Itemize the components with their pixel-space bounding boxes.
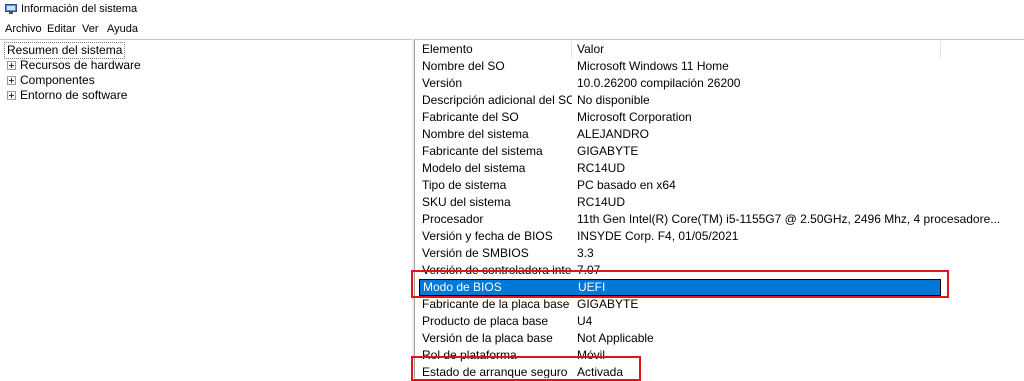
- row-value: U4: [577, 314, 593, 328]
- row-element: Nombre del sistema: [422, 127, 529, 141]
- row-value: ALEJANDRO: [577, 127, 650, 141]
- table-row[interactable]: Versión de SMBIOS 3.3: [415, 245, 1015, 262]
- row-value: GIGABYTE: [577, 144, 639, 158]
- table-row[interactable]: Modelo del sistema RC14UD: [415, 160, 1015, 177]
- menu-ver[interactable]: Ver: [82, 23, 99, 35]
- row-value: RC14UD: [577, 195, 626, 209]
- row-element: Versión de SMBIOS: [422, 246, 529, 260]
- tree-item-componentes[interactable]: Componentes: [7, 73, 95, 88]
- table-row[interactable]: Nombre del SO Microsoft Windows 11 Home: [415, 58, 1015, 75]
- menu-archivo[interactable]: Archivo: [5, 23, 42, 35]
- tree-item-software[interactable]: Entorno de software: [7, 88, 127, 103]
- menu-ayuda[interactable]: Ayuda: [107, 23, 138, 35]
- row-element: Fabricante de la placa base: [422, 297, 570, 311]
- table-row[interactable]: Fabricante de la placa base GIGABYTE: [415, 296, 1015, 313]
- row-value: GIGABYTE: [577, 297, 639, 311]
- column-divider[interactable]: [571, 41, 572, 58]
- system-info-icon: [5, 4, 17, 14]
- table-row[interactable]: Descripción adicional del SO No disponibl…: [415, 92, 1015, 109]
- row-element: Procesador: [422, 212, 484, 226]
- column-divider[interactable]: [940, 41, 941, 58]
- row-value: Microsoft Corporation: [577, 110, 692, 124]
- table-row[interactable]: SKU del sistema RC14UD: [415, 194, 1015, 211]
- category-tree: Resumen del sistema Recursos de hardware…: [0, 39, 412, 378]
- table-row[interactable]: Versión y fecha de BIOS INSYDE Corp. F4, …: [415, 228, 1015, 245]
- table-row[interactable]: Producto de placa base U4: [415, 313, 1015, 330]
- menu-bar: Archivo Editar Ver Ayuda: [0, 20, 1024, 39]
- tree-item-label: Componentes: [20, 73, 95, 87]
- row-value: PC basado en x64: [577, 178, 676, 192]
- row-element: Fabricante del sistema: [422, 144, 543, 158]
- row-element: Versión de la placa base: [422, 331, 553, 345]
- tree-item-resumen[interactable]: Resumen del sistema: [4, 42, 126, 59]
- row-element: Modelo del sistema: [422, 161, 526, 175]
- row-value: Not Applicable: [577, 331, 654, 345]
- row-value: 11th Gen Intel(R) Core(TM) i5-1155G7 @ 2…: [577, 212, 1001, 226]
- row-element: Nombre del SO: [422, 59, 505, 73]
- row-element: Versión: [422, 76, 463, 90]
- row-element: SKU del sistema: [422, 195, 511, 209]
- details-table: Elemento Valor Nombre del SO Microsoft Wi…: [414, 39, 1024, 378]
- row-value: No disponible: [577, 93, 650, 107]
- column-header-value[interactable]: Valor: [577, 41, 604, 58]
- table-header: Elemento Valor: [415, 41, 1015, 58]
- tree-item-label: Recursos de hardware: [20, 58, 141, 72]
- highlight-secure-boot: [411, 356, 641, 381]
- menu-editar[interactable]: Editar: [47, 23, 76, 35]
- table-row[interactable]: Tipo de sistema PC basado en x64: [415, 177, 1015, 194]
- title-bar: Información del sistema: [0, 0, 1024, 20]
- row-value: Microsoft Windows 11 Home: [577, 59, 729, 73]
- row-element: Tipo de sistema: [422, 178, 507, 192]
- row-element: Descripción adicional del SO: [422, 93, 572, 107]
- row-value: RC14UD: [577, 161, 626, 175]
- row-value: INSYDE Corp. F4, 01/05/2021: [577, 229, 739, 243]
- table-row[interactable]: Versión 10.0.26200 compilación 26200: [415, 75, 1015, 92]
- table-row[interactable]: Procesador 11th Gen Intel(R) Core(TM) i5-…: [415, 211, 1015, 228]
- tree-item-label: Entorno de software: [20, 88, 128, 102]
- tree-item-hardware[interactable]: Recursos de hardware: [7, 58, 141, 73]
- table-row[interactable]: Fabricante del sistema GIGABYTE: [415, 143, 1015, 160]
- expand-icon[interactable]: [7, 91, 16, 101]
- row-value: 10.0.26200 compilación 26200: [577, 76, 741, 90]
- row-element: Versión y fecha de BIOS: [422, 229, 553, 243]
- table-row[interactable]: Versión de la placa base Not Applicable: [415, 330, 1015, 347]
- row-element: Fabricante del SO: [422, 110, 519, 124]
- expand-icon[interactable]: [7, 61, 16, 71]
- row-element: Producto de placa base: [422, 314, 549, 328]
- window-title: Información del sistema: [21, 3, 138, 15]
- column-header-element[interactable]: Elemento: [422, 41, 572, 58]
- row-value: 3.3: [577, 246, 594, 260]
- expand-icon[interactable]: [7, 76, 16, 86]
- highlight-bios-mode: [411, 270, 949, 298]
- table-row[interactable]: Nombre del sistema ALEJANDRO: [415, 126, 1015, 143]
- table-row[interactable]: Fabricante del SO Microsoft Corporation: [415, 109, 1015, 126]
